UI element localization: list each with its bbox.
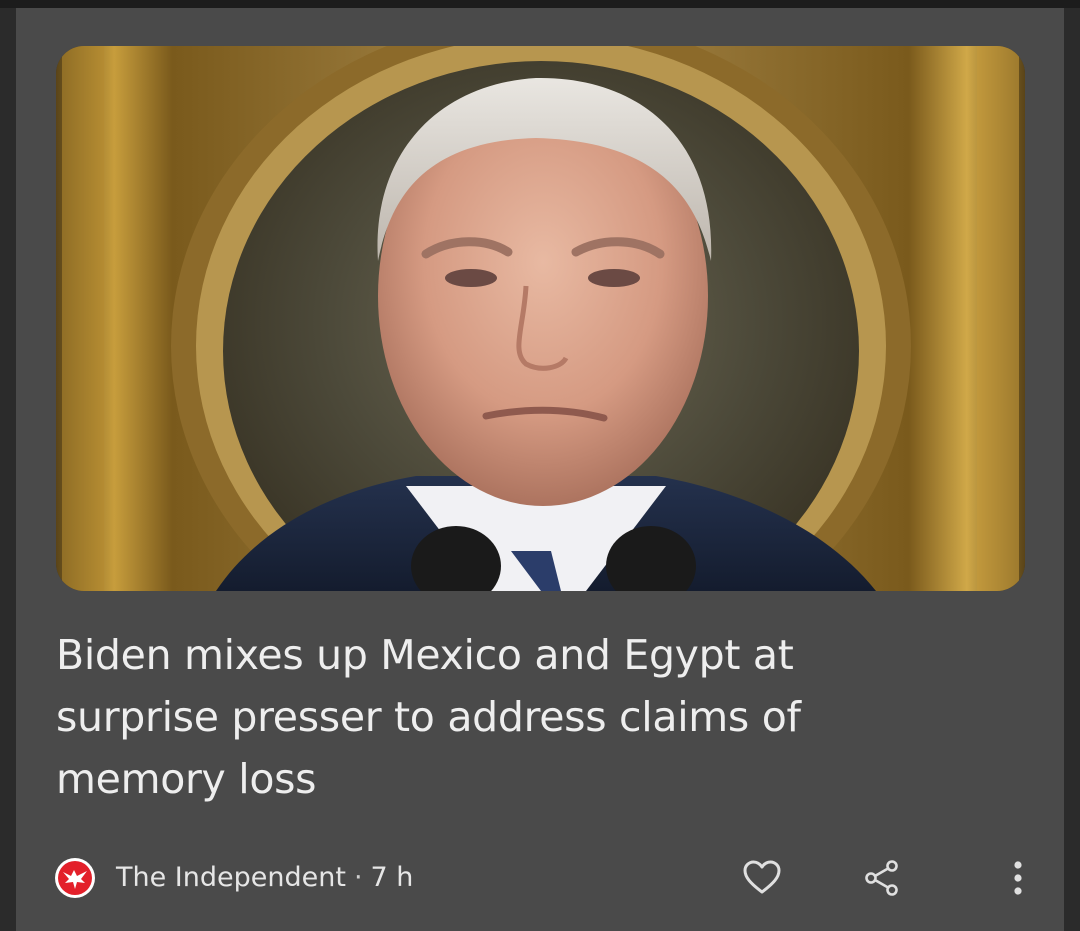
article-age: 7 h bbox=[370, 862, 414, 893]
share-icon bbox=[865, 860, 898, 896]
more-vertical-icon bbox=[1014, 861, 1022, 895]
hero-photo bbox=[56, 46, 1025, 591]
share-button[interactable] bbox=[858, 856, 906, 900]
status-bar-edge bbox=[0, 0, 1080, 8]
source-and-age: The Independent · 7 h bbox=[116, 862, 413, 894]
source-name[interactable]: The Independent bbox=[116, 862, 346, 893]
more-options-button[interactable] bbox=[994, 856, 1042, 900]
news-article-card[interactable]: Biden mixes up Mexico and Egypt at surpr… bbox=[16, 8, 1064, 931]
heart-outline-icon bbox=[743, 860, 781, 894]
article-headline[interactable]: Biden mixes up Mexico and Egypt at surpr… bbox=[56, 624, 956, 810]
the-independent-eagle-logo-icon bbox=[54, 857, 96, 899]
meta-separator: · bbox=[353, 862, 363, 893]
article-hero-image[interactable] bbox=[56, 46, 1025, 591]
article-meta-row: The Independent · 7 h bbox=[54, 856, 1044, 900]
like-button[interactable] bbox=[738, 856, 786, 900]
